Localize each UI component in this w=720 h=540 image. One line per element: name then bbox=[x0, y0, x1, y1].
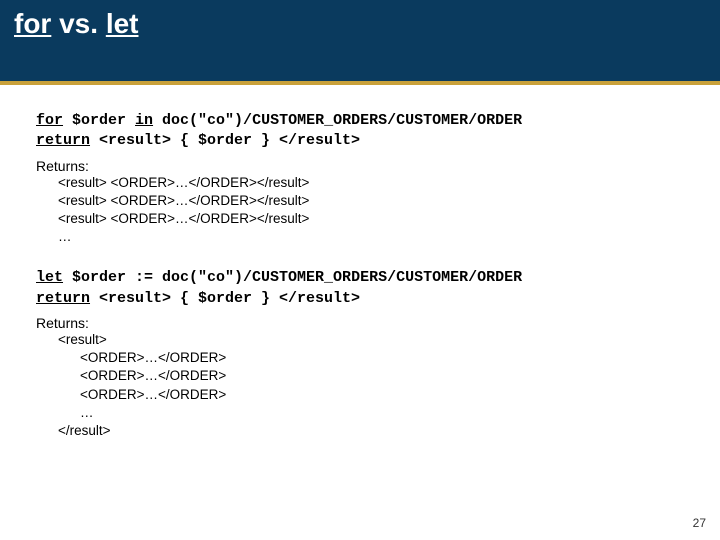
keyword-in: in bbox=[135, 112, 153, 129]
slide-header: for vs. let bbox=[0, 0, 720, 85]
result-line: <ORDER>…</ORDER> bbox=[80, 367, 684, 385]
code-text: doc("co")/CUSTOMER_ORDERS/CUSTOMER/ORDER bbox=[153, 112, 522, 129]
keyword-return: return bbox=[36, 290, 90, 307]
code-text: $order bbox=[63, 112, 135, 129]
code-line: return <result> { $order } </result> bbox=[36, 289, 684, 309]
slide-content: for $order in doc("co")/CUSTOMER_ORDERS/… bbox=[0, 85, 720, 440]
code-text: <result> { $order } </result> bbox=[90, 290, 360, 307]
code-line: return <result> { $order } </result> bbox=[36, 131, 684, 151]
returns-label-let: Returns: bbox=[36, 315, 684, 331]
title-vs: vs. bbox=[51, 8, 105, 39]
keyword-for: for bbox=[36, 112, 63, 129]
for-code-block: for $order in doc("co")/CUSTOMER_ORDERS/… bbox=[36, 111, 684, 152]
result-line: <result> <ORDER>…</ORDER></result> bbox=[58, 174, 684, 192]
code-line: let $order := doc("co")/CUSTOMER_ORDERS/… bbox=[36, 268, 684, 288]
keyword-return: return bbox=[36, 132, 90, 149]
code-text: <result> { $order } </result> bbox=[90, 132, 360, 149]
title-keyword-for: for bbox=[14, 8, 51, 39]
keyword-let: let bbox=[36, 269, 63, 286]
slide-title: for vs. let bbox=[14, 8, 139, 39]
code-text: $order := doc("co")/CUSTOMER_ORDERS/CUST… bbox=[63, 269, 522, 286]
result-line: <result> bbox=[58, 331, 684, 349]
result-line: </result> bbox=[58, 422, 684, 440]
title-keyword-let: let bbox=[106, 8, 139, 39]
result-line: <result> <ORDER>…</ORDER></result> bbox=[58, 210, 684, 228]
let-section: let $order := doc("co")/CUSTOMER_ORDERS/… bbox=[36, 268, 684, 440]
let-code-block: let $order := doc("co")/CUSTOMER_ORDERS/… bbox=[36, 268, 684, 309]
result-line: … bbox=[80, 404, 684, 422]
result-line: … bbox=[58, 228, 684, 246]
returns-label-for: Returns: bbox=[36, 158, 684, 174]
result-line: <ORDER>…</ORDER> bbox=[80, 386, 684, 404]
page-number: 27 bbox=[693, 516, 706, 530]
code-line: for $order in doc("co")/CUSTOMER_ORDERS/… bbox=[36, 111, 684, 131]
result-line: <ORDER>…</ORDER> bbox=[80, 349, 684, 367]
let-result-lines: <result> <ORDER>…</ORDER> <ORDER>…</ORDE… bbox=[58, 331, 684, 440]
for-result-lines: <result> <ORDER>…</ORDER></result> <resu… bbox=[58, 174, 684, 247]
result-line: <result> <ORDER>…</ORDER></result> bbox=[58, 192, 684, 210]
